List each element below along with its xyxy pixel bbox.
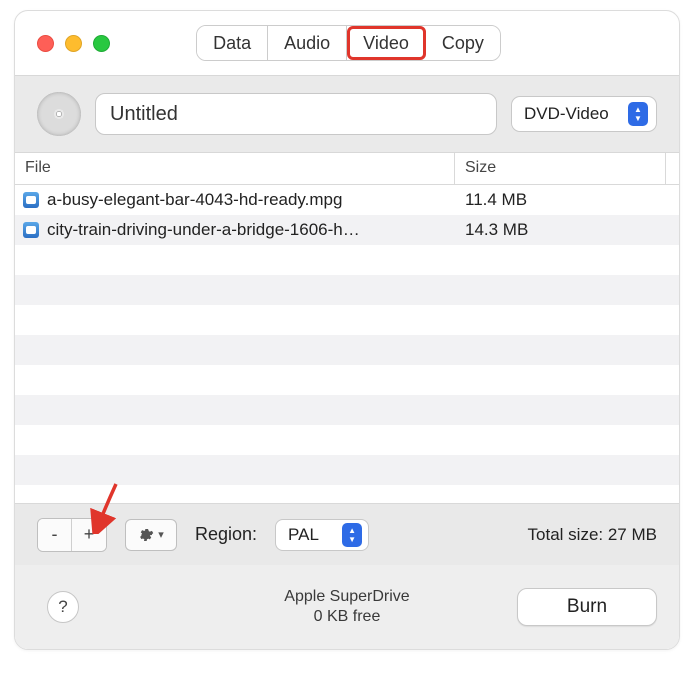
footer: ? Apple SuperDrive 0 KB free Burn: [15, 565, 679, 649]
tab-data[interactable]: Data: [197, 26, 268, 60]
table-row-empty: [15, 245, 679, 275]
help-button[interactable]: ?: [47, 591, 79, 623]
tab-copy[interactable]: Copy: [426, 26, 500, 60]
table-row-empty: [15, 485, 679, 503]
file-name: city-train-driving-under-a-bridge-1606-h…: [47, 220, 360, 240]
file-table: File Size a-busy-elegant-bar-4043-hd-rea…: [15, 153, 679, 503]
mode-segmented-control: Data Audio Video Copy: [196, 25, 501, 61]
tab-video[interactable]: Video: [347, 26, 426, 60]
column-header-file[interactable]: File: [15, 153, 455, 184]
table-row-empty: [15, 305, 679, 335]
table-row-empty: [15, 455, 679, 485]
disc-header: DVD-Video: [15, 75, 679, 153]
table-row-empty: [15, 395, 679, 425]
disc-format-select[interactable]: DVD-Video: [511, 96, 657, 132]
burn-button[interactable]: Burn: [517, 588, 657, 626]
add-remove-group: - +: [37, 518, 107, 552]
app-window: Data Audio Video Copy DVD-Video File Siz…: [14, 10, 680, 650]
zoom-window-button[interactable]: [93, 35, 110, 52]
bottom-controls: - + ▾ Region: PAL Total size: 27 MB: [15, 503, 679, 565]
file-name: a-busy-elegant-bar-4043-hd-ready.mpg: [47, 190, 342, 210]
column-header-tail: [665, 153, 679, 184]
table-row-empty: [15, 335, 679, 365]
actions-menu-button[interactable]: ▾: [125, 519, 177, 551]
table-row-empty: [15, 275, 679, 305]
titlebar: Data Audio Video Copy: [15, 11, 679, 75]
total-size-label: Total size: 27 MB: [528, 525, 657, 545]
minimize-window-button[interactable]: [65, 35, 82, 52]
tab-audio[interactable]: Audio: [268, 26, 347, 60]
file-size: 11.4 MB: [455, 190, 679, 210]
disc-title-input[interactable]: [95, 93, 497, 135]
region-value: PAL: [288, 525, 319, 545]
file-size: 14.3 MB: [455, 220, 679, 240]
region-label: Region:: [195, 524, 257, 545]
table-row[interactable]: a-busy-elegant-bar-4043-hd-ready.mpg 11.…: [15, 185, 679, 215]
disc-format-value: DVD-Video: [524, 104, 609, 124]
drive-name: Apple SuperDrive: [284, 587, 409, 607]
chevron-down-icon: ▾: [158, 528, 164, 541]
video-file-icon: [23, 222, 39, 238]
column-header-size[interactable]: Size: [455, 153, 665, 184]
remove-button[interactable]: -: [38, 519, 72, 551]
table-row-empty: [15, 425, 679, 455]
table-row[interactable]: city-train-driving-under-a-bridge-1606-h…: [15, 215, 679, 245]
region-select[interactable]: PAL: [275, 519, 369, 551]
table-header: File Size: [15, 153, 679, 185]
stepper-icon: [342, 523, 362, 547]
table-row-empty: [15, 365, 679, 395]
close-window-button[interactable]: [37, 35, 54, 52]
drive-free: 0 KB free: [284, 607, 409, 627]
disc-icon: [37, 92, 81, 136]
window-controls: [37, 35, 110, 52]
stepper-icon: [628, 102, 648, 126]
gear-icon: [138, 527, 154, 543]
add-button[interactable]: +: [72, 519, 106, 551]
video-file-icon: [23, 192, 39, 208]
drive-info: Apple SuperDrive 0 KB free: [284, 587, 409, 627]
table-body: a-busy-elegant-bar-4043-hd-ready.mpg 11.…: [15, 185, 679, 503]
